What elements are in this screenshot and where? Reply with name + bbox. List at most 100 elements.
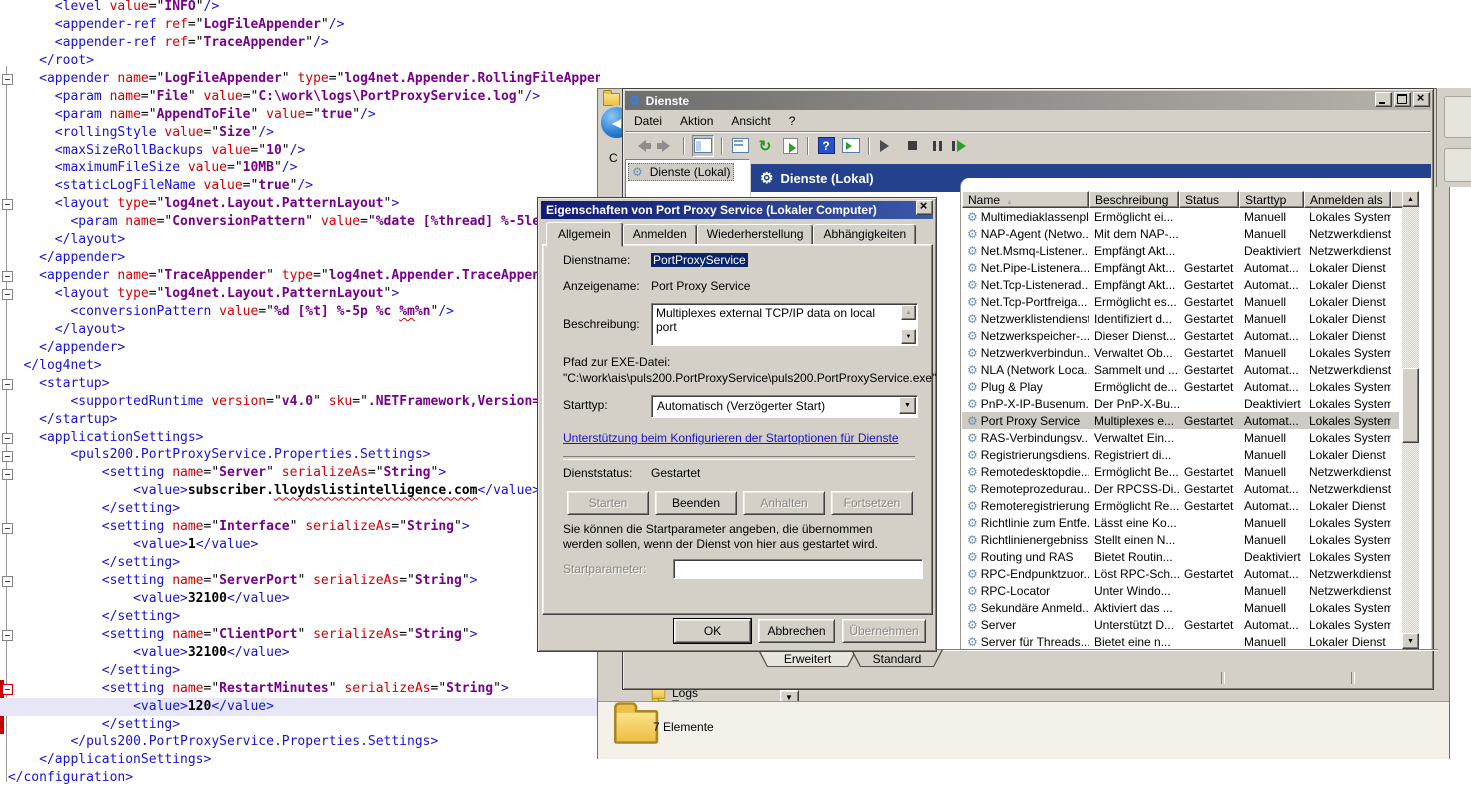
tree-item-dienste-lokal[interactable]: Dienste (Lokal) [628, 163, 734, 181]
service-gear-icon [967, 312, 978, 326]
column-header-Status[interactable]: Status [1179, 191, 1239, 208]
fold-collapse-icon[interactable] [2, 271, 13, 282]
restart-service-icon[interactable] [952, 136, 972, 156]
cell: Automat... [1239, 261, 1304, 275]
scroll-down-icon[interactable]: ▼ [1402, 633, 1419, 649]
menu-ansicht[interactable]: Ansicht [722, 111, 779, 131]
console-tree-icon[interactable] [692, 135, 714, 157]
service-row[interactable]: RAS-Verbindungsv...Verwaltet Ein...Manue… [962, 429, 1399, 446]
fold-collapse-icon[interactable] [2, 469, 13, 480]
close-button[interactable] [1413, 92, 1430, 107]
fold-collapse-icon[interactable] [2, 451, 13, 462]
menu-?[interactable]: ? [780, 111, 805, 131]
extended-view-icon[interactable] [841, 136, 861, 156]
fold-collapse-icon[interactable] [2, 379, 13, 390]
fold-collapse-icon[interactable] [2, 523, 13, 534]
fold-collapse-icon[interactable] [2, 289, 13, 300]
service-row[interactable]: Routing und RASBietet Routin...Deaktivie… [962, 548, 1399, 565]
service-row[interactable]: Plug & PlayErmöglicht de...GestartetAuto… [962, 378, 1399, 395]
view-tab-standard[interactable]: Standard [851, 650, 943, 667]
startoptionen-help-link[interactable]: Unterstützung beim Konfigurieren der Sta… [563, 431, 899, 445]
minimize-button[interactable] [1375, 92, 1392, 107]
beenden-button[interactable]: Beenden [655, 491, 737, 515]
fold-collapse-icon[interactable] [2, 433, 13, 444]
column-header-Starttyp[interactable]: Starttyp [1239, 191, 1304, 208]
service-row[interactable]: Netzwerkverbindun...Verwaltet Ob...Gesta… [962, 344, 1399, 361]
service-row[interactable]: PnP-X-IP-Busenum...Der PnP-X-Bu...Deakti… [962, 395, 1399, 412]
tab-anmelden[interactable]: Anmelden [623, 224, 697, 245]
service-row[interactable]: Sekundäre Anmeld...Aktiviert das ...Manu… [962, 599, 1399, 616]
services-titlebar[interactable]: Dienste [625, 91, 1431, 110]
service-row[interactable]: Remoteprozedurau...Der RPCSS-Di...Gestar… [962, 480, 1399, 497]
vertical-scrollbar[interactable]: ▲ ▼ [1402, 191, 1419, 649]
scroll-up-icon[interactable]: ▲ [901, 305, 916, 320]
service-row[interactable]: Registrierungsdiens...Registriert di...M… [962, 446, 1399, 463]
service-row[interactable]: NAP-Agent (Netwo...Mit dem NAP-...Manuel… [962, 225, 1399, 242]
service-row[interactable]: RPC-Endpunktzuor...Löst RPC-Sch...Gestar… [962, 565, 1399, 582]
forward-icon[interactable] [656, 136, 676, 156]
übernehmen-button[interactable]: Übernehmen [842, 619, 926, 643]
code-editor[interactable]: <level value="INFO"/> <appender-ref ref=… [0, 0, 600, 787]
cell: Lokales System [1304, 346, 1391, 360]
startparameter-input[interactable] [673, 559, 923, 579]
service-row[interactable]: RPC-LocatorUnter Windo...ManuellNetzwerk… [962, 582, 1399, 599]
service-row[interactable]: Netzwerkspeicher-...Dieser Dienst...Gest… [962, 327, 1399, 344]
service-row[interactable]: Remotedesktopdie...Ermöglicht Be...Gesta… [962, 463, 1399, 480]
maximize-button[interactable] [1394, 92, 1411, 107]
cell: Ermöglicht Re... [1089, 499, 1179, 513]
dienstname-value[interactable]: PortProxyService [651, 253, 748, 267]
fold-collapse-icon[interactable] [2, 74, 13, 85]
tab-wiederherstellung[interactable]: Wiederherstellung [697, 224, 814, 245]
abbrechen-button[interactable]: Abbrechen [758, 619, 835, 643]
chevron-down-icon[interactable]: ▼ [899, 397, 916, 414]
fold-collapse-icon[interactable] [2, 199, 13, 210]
fold-collapse-icon[interactable] [2, 630, 13, 641]
service-row[interactable]: Net.Tcp-Listenerad...Empfängt Akt...Gest… [962, 276, 1399, 293]
service-row[interactable]: ServerUnterstützt D...GestartetAutomat..… [962, 616, 1399, 633]
service-row[interactable]: NLA (Network Loca...Sammelt und ...Gesta… [962, 361, 1399, 378]
tab-allgemein[interactable]: Allgemein [546, 222, 623, 247]
column-header-Name[interactable]: Name [962, 191, 1089, 208]
back-icon[interactable] [631, 136, 651, 156]
fold-collapse-icon[interactable] [2, 684, 13, 695]
view-tab-erweitert[interactable]: Erweitert [758, 650, 857, 667]
service-row[interactable]: Richtlinie zum Entfe...Lässt eine Ko...M… [962, 514, 1399, 531]
menu-aktion[interactable]: Aktion [671, 111, 722, 131]
stop-service-icon[interactable] [902, 136, 922, 156]
service-row[interactable]: Net.Tcp-Portfreiga...Ermöglicht es...Ges… [962, 293, 1399, 310]
starttyp-combobox[interactable]: Automatisch (Verzögerter Start) ▼ [651, 395, 918, 418]
scroll-down-icon[interactable]: ▼ [901, 329, 916, 344]
properties-icon[interactable] [730, 136, 750, 156]
column-header-Beschreibung[interactable]: Beschreibung [1089, 191, 1179, 208]
explorer-details-pane: 7 Elemente [598, 701, 1449, 759]
service-row[interactable]: Net.Pipe-Listenera...Empfängt Akt...Gest… [962, 259, 1399, 276]
beschreibung-textbox[interactable]: Multiplexes external TCP/IP data on loca… [651, 303, 918, 346]
service-row[interactable]: Net.Msmq-Listener...Empfängt Akt...Deakt… [962, 242, 1399, 259]
menu-datei[interactable]: Datei [625, 111, 671, 131]
fold-collapse-icon[interactable] [2, 576, 13, 587]
service-row[interactable]: Server für Threads...Bietet eine n...Man… [962, 633, 1399, 650]
service-gear-icon [967, 618, 978, 632]
tab-abhängigkeiten[interactable]: Abhängigkeiten [813, 224, 916, 245]
service-row[interactable]: RemoteregistrierungErmöglicht Re...Gesta… [962, 497, 1399, 514]
service-gear-icon [967, 295, 978, 309]
dialog-titlebar[interactable]: Eigenschaften von Port Proxy Service (Lo… [541, 201, 933, 219]
refresh-icon[interactable] [755, 136, 775, 156]
cell: Netzwerkdienst [1304, 465, 1391, 479]
service-row[interactable]: NetzwerklistendienstIdentifiziert d...Ge… [962, 310, 1399, 327]
export-list-icon[interactable] [780, 136, 800, 156]
starten-button[interactable]: Starten [567, 491, 649, 515]
close-icon[interactable] [916, 200, 933, 215]
column-header-Anmelden als[interactable]: Anmelden als [1304, 191, 1391, 208]
service-row[interactable]: Multimediaklassenpl...Ermöglicht ei...Ma… [962, 208, 1399, 225]
scrollbar-thumb[interactable] [1402, 368, 1419, 443]
help-icon[interactable] [816, 136, 836, 156]
service-row[interactable]: Richtlinienergebniss...Stellt einen N...… [962, 531, 1399, 548]
pause-service-icon[interactable] [927, 136, 947, 156]
ok-button[interactable]: OK [674, 619, 751, 643]
start-service-icon[interactable] [877, 136, 897, 156]
service-row[interactable]: Port Proxy ServiceMultiplexes e...Gestar… [962, 412, 1399, 429]
scroll-up-icon[interactable]: ▲ [1402, 191, 1419, 207]
anhalten-button[interactable]: Anhalten [743, 491, 825, 515]
fortsetzen-button[interactable]: Fortsetzen [831, 491, 913, 515]
